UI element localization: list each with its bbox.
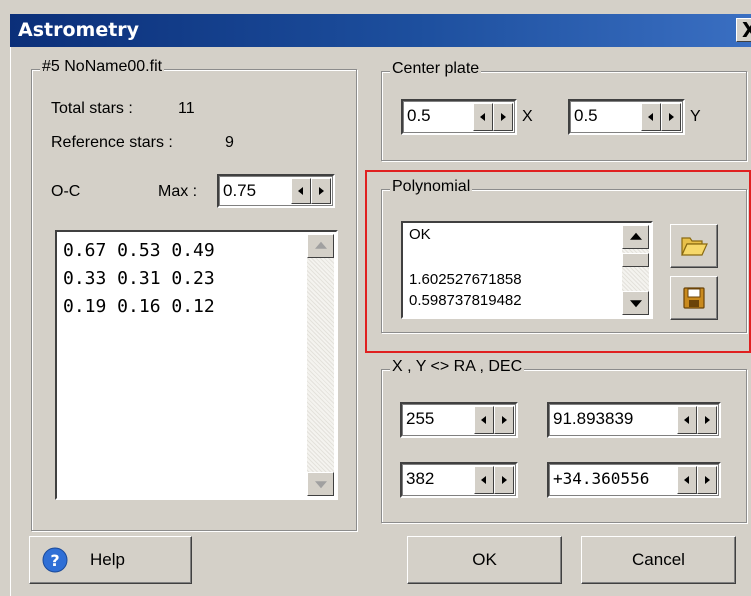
left-arrow-icon bbox=[480, 113, 485, 121]
help-button[interactable]: ? Help bbox=[29, 536, 192, 584]
residual-line: 0.33 0.31 0.23 bbox=[63, 268, 215, 289]
right-arrow-icon bbox=[319, 187, 324, 195]
dec-spinner bbox=[677, 466, 717, 494]
right-arrow-icon bbox=[705, 476, 710, 484]
max-oc-spinbox[interactable]: 0.75 bbox=[217, 174, 335, 208]
help-icon: ? bbox=[42, 547, 68, 573]
x-pixel-spinner bbox=[474, 406, 514, 434]
title-bar[interactable]: Astrometry X bbox=[10, 14, 751, 47]
max-label: Max : bbox=[158, 183, 198, 200]
reference-stars-value: 9 bbox=[225, 134, 234, 151]
center-x-increment-button[interactable] bbox=[493, 103, 513, 131]
right-arrow-icon bbox=[502, 416, 507, 424]
center-x-spinner bbox=[473, 103, 513, 131]
coordinate-conversion-legend: X , Y <> RA , DEC bbox=[390, 358, 525, 376]
left-arrow-icon bbox=[298, 187, 303, 195]
astrometry-dialog: Astrometry X #5 NoName00.fit Total stars… bbox=[0, 0, 751, 596]
close-icon: X bbox=[742, 18, 751, 42]
file-name-legend: #5 NoName00.fit bbox=[40, 58, 165, 76]
ra-increment-button[interactable] bbox=[697, 406, 717, 434]
residual-line: 0.67 0.53 0.49 bbox=[63, 240, 215, 261]
dec-spinbox[interactable]: +34.360556 bbox=[547, 462, 721, 498]
scroll-up-icon bbox=[314, 241, 327, 249]
y-pixel-decrement-button[interactable] bbox=[474, 466, 494, 494]
left-arrow-icon bbox=[684, 476, 689, 484]
reference-stars-label: Reference stars : bbox=[51, 134, 173, 151]
scroll-down-icon bbox=[314, 481, 327, 489]
ra-decrement-button[interactable] bbox=[677, 406, 697, 434]
dec-increment-button[interactable] bbox=[697, 466, 717, 494]
y-pixel-increment-button[interactable] bbox=[494, 466, 514, 494]
help-button-label: Help bbox=[90, 550, 125, 569]
center-y-spinbox[interactable]: 0.5 bbox=[568, 99, 685, 135]
x-pixel-value: 255 bbox=[406, 409, 435, 428]
dec-decrement-button[interactable] bbox=[677, 466, 697, 494]
ra-spinner bbox=[677, 406, 717, 434]
center-x-decrement-button[interactable] bbox=[473, 103, 493, 131]
left-arrow-icon bbox=[684, 416, 689, 424]
left-arrow-icon bbox=[481, 416, 486, 424]
x-pixel-decrement-button[interactable] bbox=[474, 406, 494, 434]
cancel-button-label: Cancel bbox=[632, 550, 685, 569]
residuals-list[interactable]: 0.67 0.53 0.49 0.33 0.31 0.23 0.19 0.16 … bbox=[55, 230, 338, 500]
right-arrow-icon bbox=[502, 476, 507, 484]
y-pixel-spinner bbox=[474, 466, 514, 494]
center-y-spinner bbox=[641, 103, 681, 131]
residuals-scrollbar[interactable] bbox=[307, 234, 334, 496]
scroll-up-button[interactable] bbox=[307, 234, 334, 258]
total-stars-value: 11 bbox=[178, 100, 195, 117]
center-x-label: X bbox=[522, 108, 533, 125]
left-arrow-icon bbox=[481, 476, 486, 484]
close-button[interactable]: X bbox=[736, 18, 751, 42]
y-pixel-spinbox[interactable]: 382 bbox=[400, 462, 518, 498]
center-plate-groupbox: Center plate 0.5 X 0.5 Y bbox=[381, 60, 747, 161]
center-y-label: Y bbox=[690, 108, 701, 125]
window-title: Astrometry bbox=[18, 19, 140, 41]
residual-line: 0.19 0.16 0.12 bbox=[63, 296, 215, 317]
center-y-increment-button[interactable] bbox=[661, 103, 681, 131]
coordinate-conversion-groupbox: X , Y <> RA , DEC 255 91.893839 382 +34.… bbox=[381, 358, 747, 523]
polynomial-highlight-frame bbox=[365, 170, 751, 353]
cancel-button[interactable]: Cancel bbox=[581, 536, 736, 584]
x-pixel-spinbox[interactable]: 255 bbox=[400, 402, 518, 438]
max-oc-value: 0.75 bbox=[223, 181, 257, 200]
total-stars-label: Total stars : bbox=[51, 100, 133, 117]
max-oc-spinner bbox=[291, 178, 331, 204]
right-arrow-icon bbox=[705, 416, 710, 424]
center-y-value: 0.5 bbox=[574, 106, 598, 125]
right-arrow-icon bbox=[501, 113, 506, 121]
left-arrow-icon bbox=[648, 113, 653, 121]
center-x-spinbox[interactable]: 0.5 bbox=[401, 99, 517, 135]
right-arrow-icon bbox=[669, 113, 674, 121]
ra-spinbox[interactable]: 91.893839 bbox=[547, 402, 721, 438]
x-pixel-increment-button[interactable] bbox=[494, 406, 514, 434]
ok-button-label: OK bbox=[472, 550, 497, 569]
ok-button[interactable]: OK bbox=[407, 536, 562, 584]
svg-text:?: ? bbox=[50, 551, 59, 570]
center-plate-legend: Center plate bbox=[390, 60, 482, 78]
center-x-value: 0.5 bbox=[407, 106, 431, 125]
ra-value: 91.893839 bbox=[553, 409, 634, 428]
center-y-decrement-button[interactable] bbox=[641, 103, 661, 131]
dec-value: +34.360556 bbox=[553, 469, 650, 488]
scroll-down-button[interactable] bbox=[307, 472, 334, 496]
max-oc-decrement-button[interactable] bbox=[291, 178, 311, 204]
file-groupbox: #5 NoName00.fit Total stars : 11 Referen… bbox=[31, 58, 357, 531]
oc-label: O-C bbox=[51, 183, 81, 200]
y-pixel-value: 382 bbox=[406, 469, 435, 488]
max-oc-increment-button[interactable] bbox=[311, 178, 331, 204]
